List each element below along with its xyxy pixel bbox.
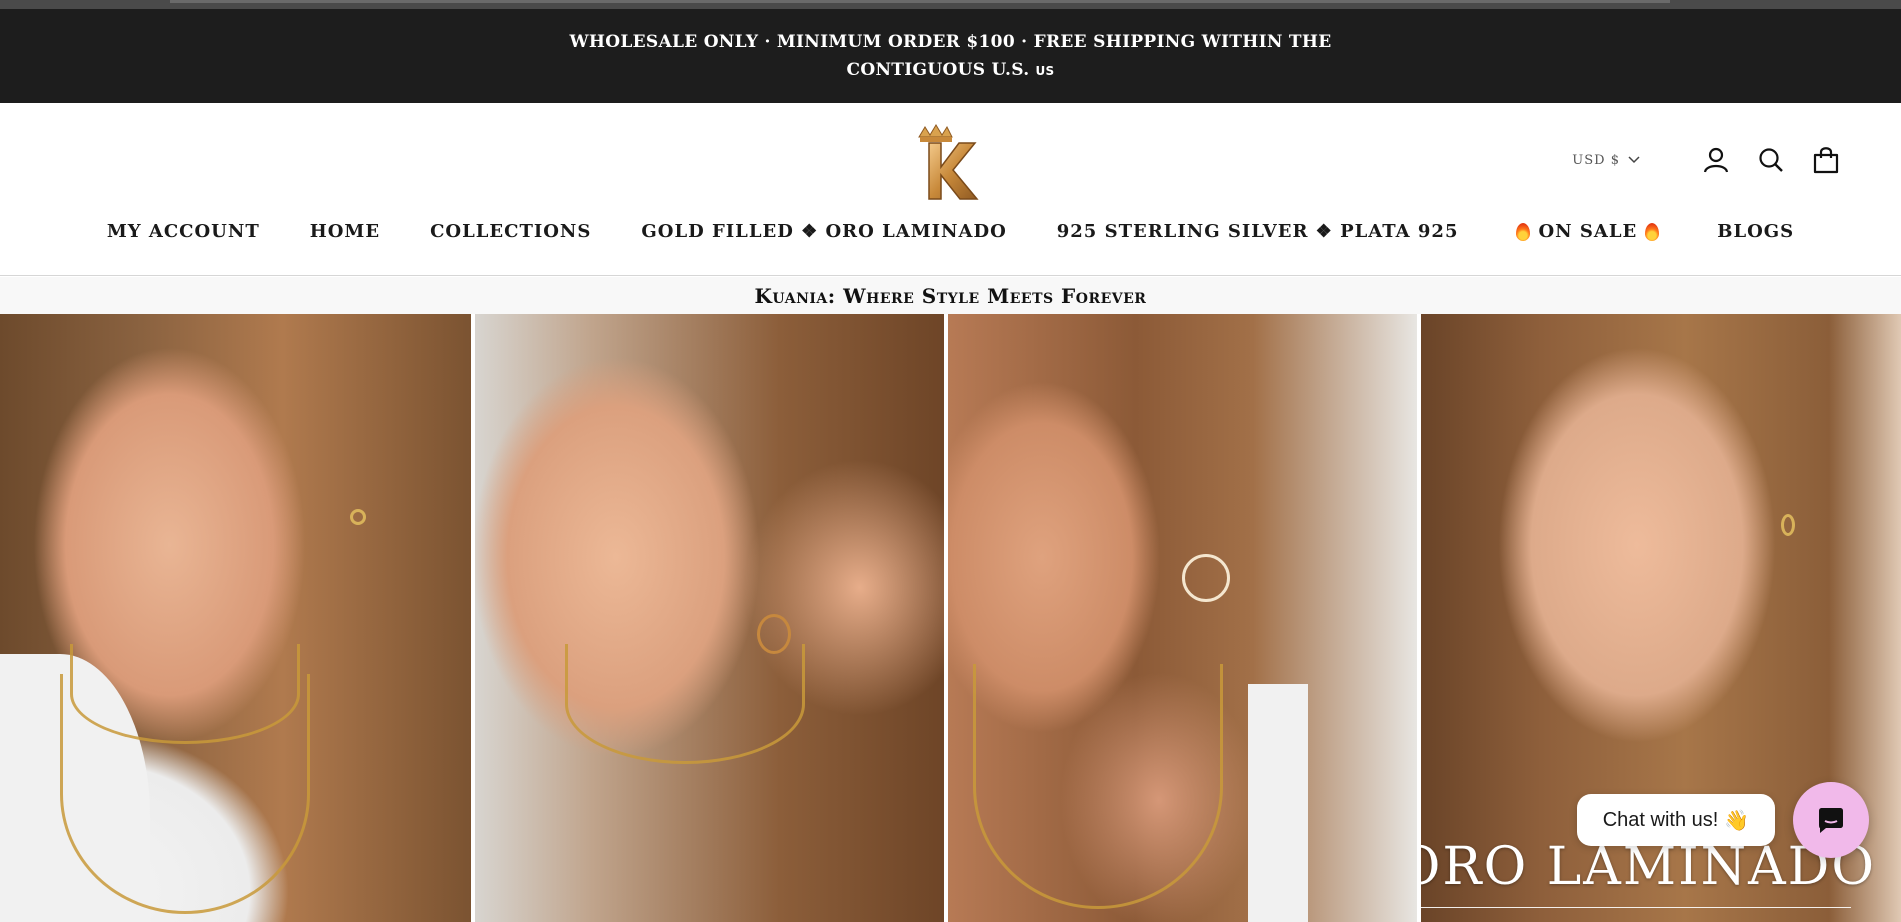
cart-button[interactable] (1811, 145, 1841, 175)
account-button[interactable] (1701, 145, 1731, 175)
main-navigation: MY ACCOUNT HOME COLLECTIONS GOLD FILLED … (0, 221, 1901, 242)
nav-item-collections[interactable]: COLLECTIONS (430, 221, 591, 242)
earring-shape (757, 614, 791, 654)
search-button[interactable] (1756, 145, 1786, 175)
account-icon (1703, 147, 1729, 173)
currency-selector[interactable]: USD $ (1572, 153, 1640, 168)
fire-icon (1516, 222, 1531, 241)
hoop-earring-shape (1182, 554, 1230, 602)
browser-top-strip (0, 0, 1901, 9)
nav-item-on-sale[interactable]: ON SALE (1508, 221, 1667, 242)
chevron-down-icon (1628, 156, 1640, 164)
site-header: USD $ MY ACCOUNT HOME COLLECTIONS GOLD F… (0, 103, 1901, 276)
tagline-bar: Kuania: Where Style Meets Forever (0, 277, 1901, 314)
necklace-shape (565, 644, 805, 764)
hero-photo-3 (948, 314, 1417, 922)
nav-item-my-account[interactable]: MY ACCOUNT (107, 221, 260, 242)
nav-item-sterling-silver[interactable]: 925 STERLING SILVER ❖ PLATA 925 (1057, 221, 1459, 242)
tagline-text: Kuania: Where Style Meets Forever (754, 283, 1147, 308)
hero-photo-2 (475, 314, 944, 922)
nav-item-on-sale-label: ON SALE (1538, 221, 1638, 242)
earring-shape (1781, 514, 1795, 536)
white-tank-strap-shape (1248, 684, 1308, 922)
necklace-shape (973, 664, 1223, 909)
chat-prompt-label: Chat with us! (1602, 808, 1719, 831)
header-utilities: USD $ (1572, 145, 1841, 175)
fire-icon (1645, 222, 1660, 241)
announcement-line-1: WHOLESALE ONLY · MINIMUM ORDER $100 · FR… (569, 31, 1332, 52)
scroll-highlight (170, 0, 1670, 3)
cart-icon (1813, 147, 1839, 174)
chat-icon (1819, 808, 1843, 833)
nav-item-home[interactable]: HOME (310, 221, 380, 242)
search-icon (1759, 148, 1783, 172)
earring-shape (350, 509, 366, 525)
announcement-line-2: CONTIGUOUS U.S. US (847, 56, 1055, 85)
waving-hand-icon: 👋 (1724, 809, 1750, 832)
chat-prompt-bubble[interactable]: Chat with us! 👋 (1577, 794, 1775, 846)
hero-photo-1 (0, 314, 471, 922)
announcement-country: US (1035, 63, 1055, 78)
hero-title-underline (1421, 907, 1851, 908)
nav-item-blogs[interactable]: BLOGS (1717, 221, 1794, 242)
announcement-bar: WHOLESALE ONLY · MINIMUM ORDER $100 · FR… (0, 9, 1901, 103)
necklace-shape (60, 674, 310, 914)
crown-k-logo-icon (918, 124, 979, 200)
nav-item-gold-filled[interactable]: GOLD FILLED ❖ ORO LAMINADO (641, 221, 1006, 242)
announcement-line-2-text: CONTIGUOUS U.S. (846, 59, 1030, 80)
site-logo[interactable] (915, 123, 985, 203)
chat-launcher-button[interactable] (1793, 782, 1869, 858)
currency-label: USD $ (1572, 152, 1620, 168)
